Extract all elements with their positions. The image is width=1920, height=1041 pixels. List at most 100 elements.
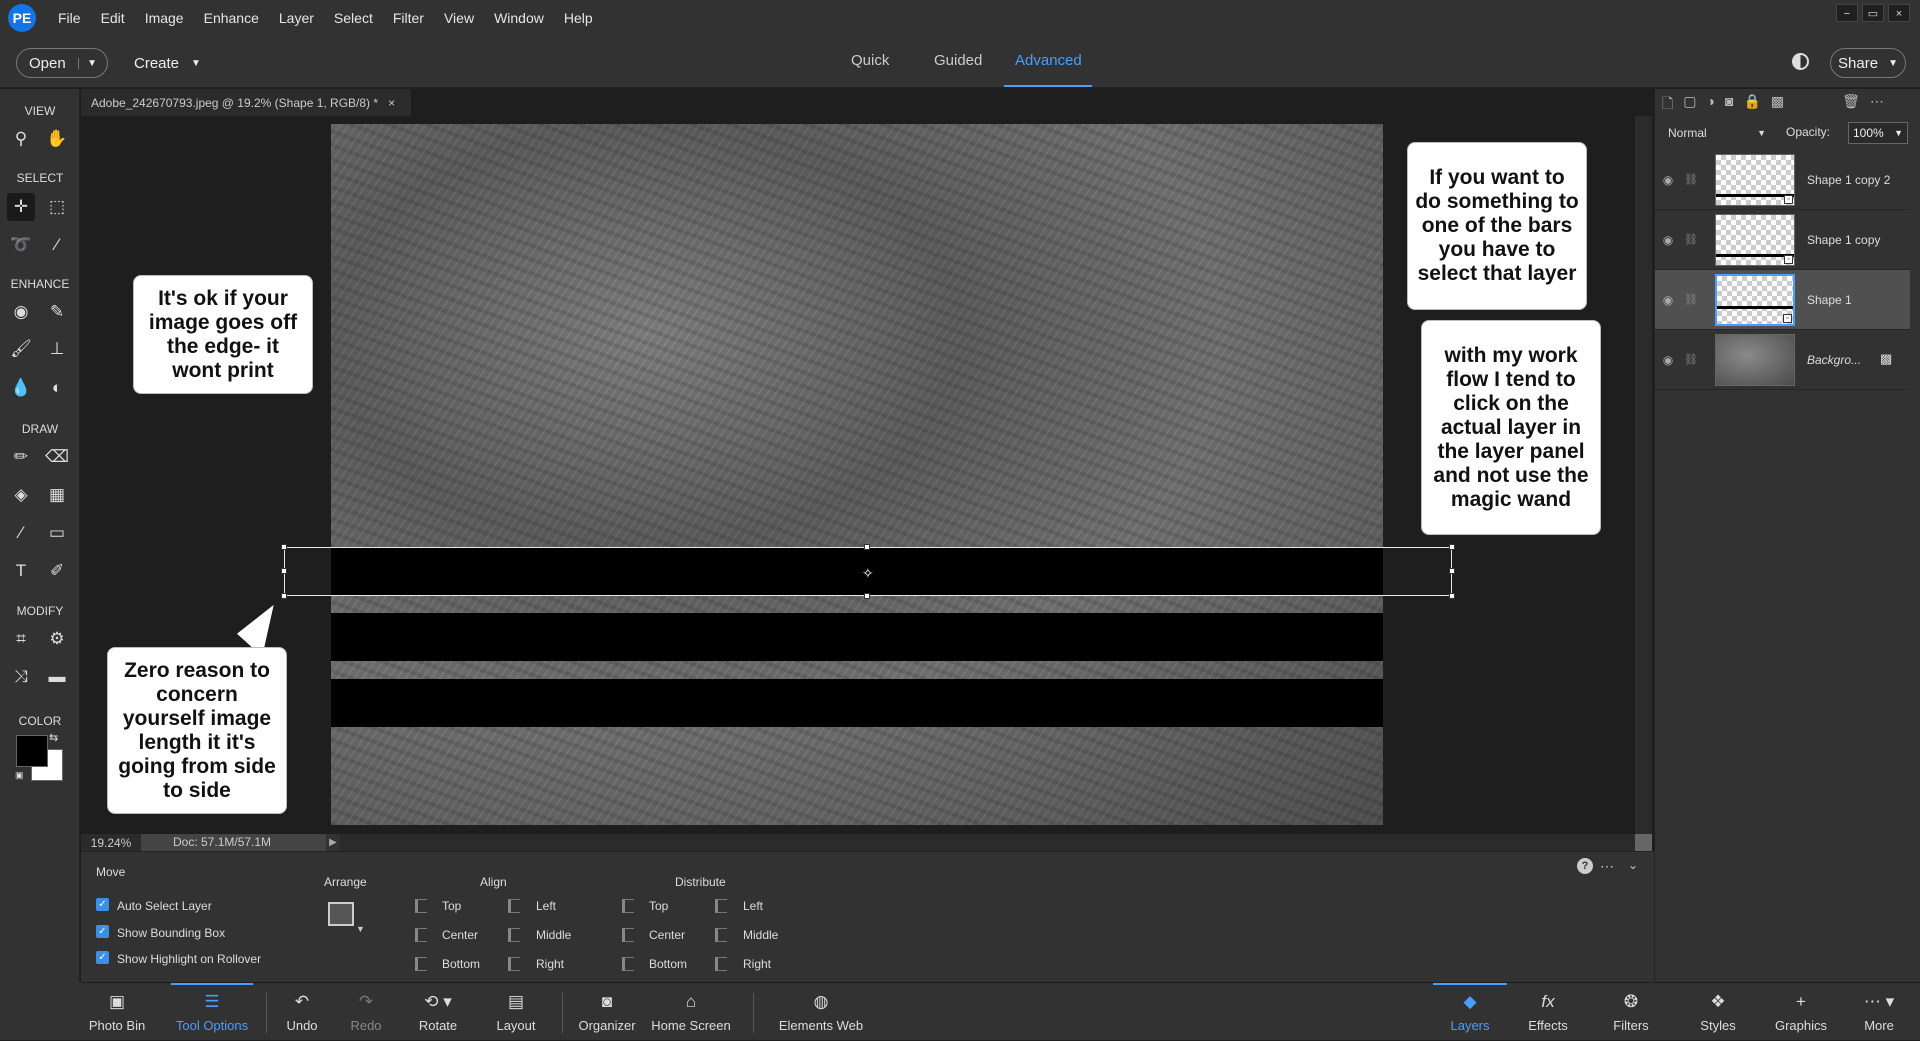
red-eye-tool-icon[interactable]: ◉	[7, 298, 35, 326]
blend-mode-select[interactable]: Normal ▼	[1662, 122, 1772, 144]
minimize-button[interactable]: −	[1836, 4, 1858, 22]
content-aware-move-tool-icon[interactable]: ⤨	[7, 663, 35, 691]
transform-handle[interactable]	[1449, 544, 1455, 550]
default-colors-icon[interactable]: ▣	[15, 770, 24, 781]
layer-row[interactable]: ◉ ⛓ ▫ Shape 1 copy 2	[1655, 150, 1910, 210]
layer-row[interactable]: ◉ ⛓ Backgro...	[1655, 330, 1910, 390]
chevron-down-icon[interactable]: ▼	[1894, 128, 1903, 138]
shape-tool-icon[interactable]: ▭	[43, 519, 71, 547]
layers-button[interactable]: ◆ Layers	[1433, 983, 1507, 1041]
clone-stamp-tool-icon[interactable]: ⊥	[43, 335, 71, 363]
marquee-tool-icon[interactable]: ⬚	[43, 193, 71, 221]
tab-quick[interactable]: Quick	[851, 52, 889, 69]
smart-brush-tool-icon[interactable]: 🖌	[7, 335, 35, 363]
align-right-icon[interactable]	[508, 957, 520, 971]
show-highlight-checkbox[interactable]: ✓	[96, 951, 109, 964]
filters-button[interactable]: ❂ Filters	[1596, 983, 1666, 1041]
recompose-tool-icon[interactable]: ⚙	[43, 625, 71, 653]
link-icon[interactable]: ⛓	[1681, 233, 1701, 246]
foreground-color-swatch[interactable]	[16, 735, 48, 767]
show-bounding-box-checkbox[interactable]: ✓	[96, 925, 109, 938]
visibility-eye-icon[interactable]: ◉	[1655, 233, 1681, 247]
arrange-icon[interactable]	[328, 902, 354, 926]
rotate-button[interactable]: ⟲ ▾ Rotate	[405, 983, 471, 1041]
close-tab-icon[interactable]: ×	[388, 96, 395, 110]
eyedropper-tool-icon[interactable]: ⁄	[7, 519, 35, 547]
menu-window[interactable]: Window	[484, 0, 554, 36]
spot-healing-tool-icon[interactable]: ✎	[43, 298, 71, 326]
distribute-middle-icon[interactable]	[715, 928, 727, 942]
link-icon[interactable]: ⛓	[1681, 353, 1701, 366]
styles-button[interactable]: ❖ Styles	[1683, 983, 1753, 1041]
distribute-top[interactable]: Top	[649, 899, 668, 913]
menu-file[interactable]: File	[48, 0, 91, 36]
sponge-tool-icon[interactable]: ◐	[43, 374, 71, 402]
status-menu-arrow-icon[interactable]: ▶	[326, 834, 340, 851]
visibility-eye-icon[interactable]: ◉	[1655, 353, 1681, 367]
more-options-icon[interactable]: ⋯	[1600, 858, 1614, 875]
align-bottom[interactable]: Bottom	[442, 957, 480, 971]
help-icon[interactable]: ?	[1577, 858, 1593, 874]
theme-toggle-icon[interactable]	[1792, 53, 1809, 70]
distribute-middle[interactable]: Middle	[743, 928, 778, 942]
visibility-eye-icon[interactable]: ◉	[1655, 173, 1681, 187]
close-button[interactable]: ×	[1888, 4, 1910, 22]
menu-select[interactable]: Select	[324, 0, 383, 36]
menu-enhance[interactable]: Enhance	[194, 0, 269, 36]
distribute-bottom-icon[interactable]	[622, 957, 634, 971]
redo-button[interactable]: ↷ Redo	[341, 983, 391, 1041]
distribute-center-icon[interactable]	[622, 928, 634, 942]
transform-handle[interactable]	[1449, 568, 1455, 574]
app-logo-icon[interactable]: PE	[8, 4, 36, 32]
align-left-icon[interactable]	[508, 899, 520, 913]
transform-handle[interactable]	[281, 593, 287, 599]
layout-button[interactable]: ▤ Layout	[486, 983, 546, 1041]
transform-handle[interactable]	[281, 568, 287, 574]
align-center-icon[interactable]	[415, 928, 427, 942]
new-layer-icon[interactable]: 🗋	[1662, 93, 1673, 117]
document-tab[interactable]: Adobe_242670793.jpeg @ 19.2% (Shape 1, R…	[81, 89, 411, 116]
transform-handle[interactable]	[1449, 593, 1455, 599]
align-left[interactable]: Left	[536, 899, 556, 913]
distribute-left[interactable]: Left	[743, 899, 763, 913]
swap-colors-icon[interactable]: ⇆	[49, 731, 58, 744]
black-bar-shape-1-copy[interactable]	[331, 613, 1383, 661]
more-button[interactable]: ⋯ ▾ More	[1849, 983, 1909, 1041]
chevron-down-icon[interactable]: ⌄	[1628, 858, 1638, 872]
hand-tool-icon[interactable]: ✋	[43, 125, 71, 153]
restore-button[interactable]: ▭	[1862, 4, 1884, 22]
vertical-scrollbar[interactable]	[1635, 116, 1652, 834]
more-options-icon[interactable]: ⋯	[1870, 93, 1884, 117]
lasso-tool-icon[interactable]: ➰	[7, 231, 35, 259]
align-bottom-icon[interactable]	[415, 957, 427, 971]
black-bar-shape-1-copy-2[interactable]	[331, 679, 1383, 727]
open-button[interactable]: Open ▼	[16, 48, 108, 78]
effects-button[interactable]: fx Effects	[1513, 983, 1583, 1041]
photo-bin-button[interactable]: ▣ Photo Bin	[81, 983, 153, 1041]
tab-guided[interactable]: Guided	[934, 52, 982, 69]
distribute-center[interactable]: Center	[649, 928, 685, 942]
transform-handle[interactable]	[864, 544, 870, 550]
distribute-left-icon[interactable]	[715, 899, 727, 913]
crop-tool-icon[interactable]: ⌗	[7, 625, 35, 653]
magic-wand-tool-icon[interactable]: ⁄	[43, 231, 71, 259]
align-center[interactable]: Center	[442, 928, 478, 942]
home-screen-button[interactable]: ⌂ Home Screen	[647, 983, 735, 1041]
align-middle[interactable]: Middle	[536, 928, 571, 942]
lock-icon[interactable]: ▩	[1880, 351, 1896, 367]
brush-tool-icon[interactable]: ✏	[7, 443, 35, 471]
eraser-tool-icon[interactable]: ⌫	[43, 443, 71, 471]
align-top[interactable]: Top	[442, 899, 461, 913]
create-button[interactable]: Create ▼	[134, 48, 201, 78]
gradient-tool-icon[interactable]: ▦	[43, 481, 71, 509]
distribute-right[interactable]: Right	[743, 957, 771, 971]
adjustment-layer-icon[interactable]: ◑	[1707, 93, 1715, 117]
opacity-input[interactable]: 100% ▼	[1848, 122, 1908, 144]
menu-image[interactable]: Image	[135, 0, 194, 36]
zoom-tool-icon[interactable]: ⚲	[7, 125, 35, 153]
graphics-button[interactable]: + Graphics	[1761, 983, 1841, 1041]
layer-row[interactable]: ◉ ⛓ ▫ Shape 1	[1655, 270, 1910, 330]
menu-help[interactable]: Help	[554, 0, 603, 36]
link-icon[interactable]: ⛓	[1681, 293, 1701, 306]
organizer-button[interactable]: ◙ Organizer	[571, 983, 643, 1041]
